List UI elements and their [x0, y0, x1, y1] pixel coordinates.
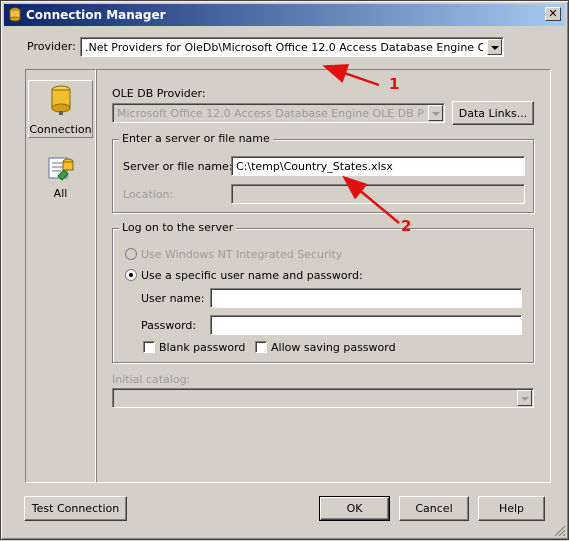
connection-manager-window: Connection Manager ✕ Provider: .Net Prov… [0, 0, 569, 540]
annotation-arrow-1 [322, 64, 380, 87]
annotation-number-1: 1 [389, 75, 400, 93]
annotation-overlay [322, 64, 400, 224]
annotation-number-2: 2 [401, 217, 412, 235]
annotation-arrow-2 [342, 175, 400, 224]
